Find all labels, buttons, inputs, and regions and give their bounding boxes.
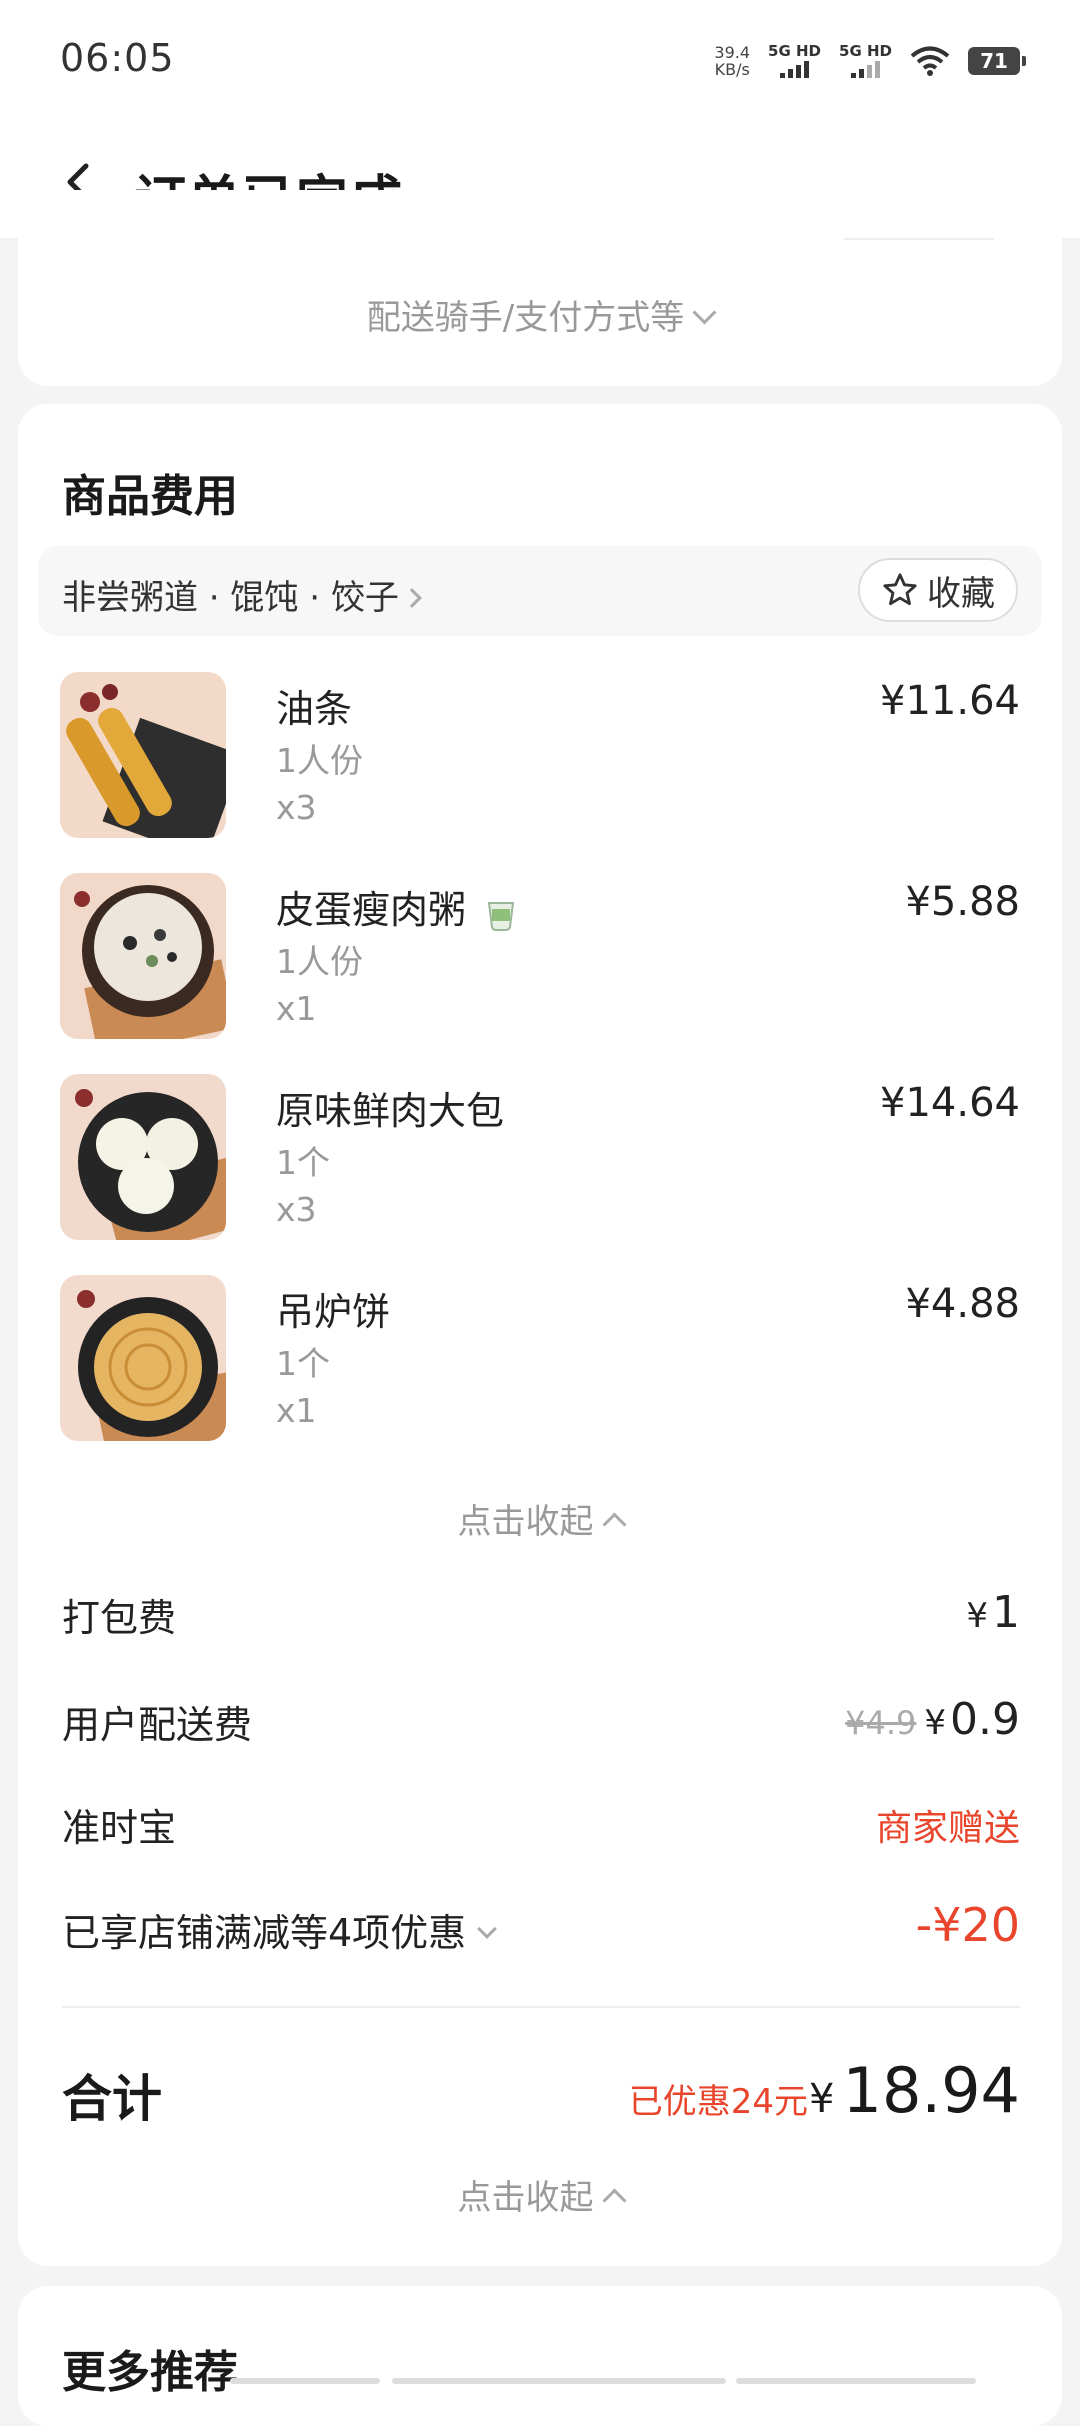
- section-title: 商品费用: [62, 471, 238, 522]
- sim1-signal-icon: 5G HD: [768, 44, 821, 78]
- currency-symbol: ¥: [966, 1596, 988, 1636]
- item-thumbnail: [60, 873, 226, 1039]
- item-spec: 1人份: [276, 741, 363, 780]
- network-speed-unit: KB/s: [714, 60, 750, 79]
- divider: [844, 238, 994, 240]
- item-name: 油条: [276, 687, 353, 731]
- network-speed: 39.4 KB/s: [714, 44, 750, 78]
- item-quantity: x1: [276, 1391, 317, 1430]
- delivery-fee-value: ¥4.9 ¥0.9: [845, 1694, 1020, 1745]
- item-spec: 1个: [276, 1143, 330, 1182]
- original-delivery-fee: ¥4.9: [845, 1704, 917, 1742]
- saved-amount: 已优惠24元: [628, 2082, 808, 2122]
- packing-fee-value: ¥1: [966, 1587, 1020, 1638]
- delivery-fee-label: 用户配送费: [62, 1703, 253, 1747]
- collapse-fees-toggle[interactable]: 点击收起: [18, 2170, 1062, 2219]
- tab-indicator: [230, 2378, 380, 2384]
- packing-fee-row: 打包费 ¥1: [62, 1587, 1020, 1647]
- item-spec: 1人份: [276, 942, 363, 981]
- item-quantity: x3: [276, 1190, 317, 1229]
- item-price: ¥14.64: [880, 1080, 1020, 1126]
- currency-symbol: ¥: [924, 1703, 947, 1743]
- discount-row[interactable]: 已享店铺满减等4项优惠 -¥20: [62, 1898, 1020, 1962]
- discount-value: -¥20: [915, 1898, 1020, 1952]
- item-thumbnail: [60, 1275, 226, 1441]
- item-price: ¥5.88: [905, 879, 1020, 925]
- collapse-label: 点击收起: [457, 1502, 594, 1542]
- delivery-fee-row: 用户配送费 ¥4.9 ¥0.9: [62, 1694, 1020, 1754]
- item-name: 原味鲜肉大包: [276, 1089, 505, 1133]
- battery-level: 71: [980, 49, 1008, 73]
- sim1-label: 5G HD: [768, 42, 822, 60]
- currency-symbol: ¥: [809, 2076, 835, 2122]
- item-spec: 1个: [276, 1344, 330, 1383]
- discount-label-text: 已享店铺满减等4项优惠: [62, 1911, 467, 1955]
- network-speed-value: 39.4: [714, 43, 751, 62]
- delivery-payment-toggle[interactable]: 配送骑手/支付方式等: [18, 290, 1062, 339]
- store-bar: 非尝粥道 · 馄饨 · 饺子 收藏: [38, 546, 1042, 636]
- item-price: ¥4.88: [905, 1281, 1020, 1327]
- sim2-signal-icon: 5G HD: [839, 44, 892, 78]
- wifi-icon: [910, 46, 950, 76]
- item-quantity: x3: [276, 788, 317, 827]
- chevron-up-icon: [601, 1512, 627, 1537]
- chevron-right-icon: [401, 588, 422, 608]
- item-quantity: x1: [276, 989, 317, 1028]
- ontime-label: 准时宝: [62, 1806, 177, 1850]
- item-thumbnail: [60, 1074, 226, 1240]
- battery-icon: 71: [968, 47, 1026, 75]
- discount-label: 已享店铺满减等4项优惠: [62, 1902, 498, 1957]
- delivery-info-card: 配送骑手/支付方式等: [18, 190, 1062, 386]
- tab-indicator: [736, 2378, 976, 2384]
- total-label: 合计: [62, 2070, 162, 2128]
- packing-fee-amount: 1: [992, 1587, 1020, 1638]
- packing-fee-label: 打包费: [62, 1596, 177, 1640]
- porridge-bowl-icon: [487, 901, 515, 931]
- chevron-down-icon: [477, 1919, 498, 1939]
- total-value: ¥18.94: [809, 2054, 1020, 2127]
- star-icon: [883, 573, 917, 606]
- favorite-label: 收藏: [927, 573, 995, 614]
- tab-indicator: [392, 2378, 726, 2384]
- list-item[interactable]: 皮蛋瘦肉粥 1人份 x1 ¥5.88: [60, 873, 1020, 1043]
- item-name-text: 皮蛋瘦肉粥: [276, 888, 467, 932]
- total-amount: 18.94: [842, 2054, 1021, 2127]
- status-bar: 06:05 39.4 KB/s 5G HD 5G HD 71: [0, 0, 1080, 118]
- store-link[interactable]: 非尝粥道 · 馄饨 · 饺子: [62, 570, 422, 619]
- recommend-card: 更多推荐: [18, 2286, 1062, 2426]
- list-item[interactable]: 油条 1人份 x3 ¥11.64: [60, 672, 1020, 842]
- ontime-value: 商家赠送: [875, 1808, 1020, 1849]
- delivery-fee-amount: 0.9: [950, 1694, 1020, 1745]
- collapse-label: 点击收起: [457, 2178, 594, 2218]
- ontime-guarantee-row: 准时宝 商家赠送: [62, 1797, 1020, 1857]
- delivery-toggle-label: 配送骑手/支付方式等: [366, 298, 685, 338]
- store-name: 非尝粥道 · 馄饨 · 饺子: [62, 578, 399, 618]
- status-indicators: 39.4 KB/s 5G HD 5G HD 71: [714, 36, 1026, 86]
- list-item[interactable]: 原味鲜肉大包 1个 x3 ¥14.64: [60, 1074, 1020, 1244]
- item-price: ¥11.64: [880, 678, 1020, 724]
- section-title: 更多推荐: [62, 2347, 238, 2398]
- goods-fee-card: 商品费用 非尝粥道 · 馄饨 · 饺子 收藏 油条 1人份 x3 ¥11.64: [18, 404, 1062, 2266]
- item-name: 吊炉饼: [276, 1290, 391, 1334]
- status-time: 06:05: [60, 36, 175, 80]
- chevron-down-icon: [692, 300, 717, 325]
- divider: [62, 2006, 1020, 2008]
- item-name: 皮蛋瘦肉粥: [276, 879, 518, 934]
- item-thumbnail: [60, 672, 226, 838]
- sim2-label: 5G HD: [839, 42, 892, 60]
- collapse-items-toggle[interactable]: 点击收起: [18, 1494, 1062, 1543]
- chevron-up-icon: [601, 2188, 627, 2213]
- list-item[interactable]: 吊炉饼 1个 x1 ¥4.88: [60, 1275, 1020, 1445]
- favorite-button[interactable]: 收藏: [858, 558, 1018, 622]
